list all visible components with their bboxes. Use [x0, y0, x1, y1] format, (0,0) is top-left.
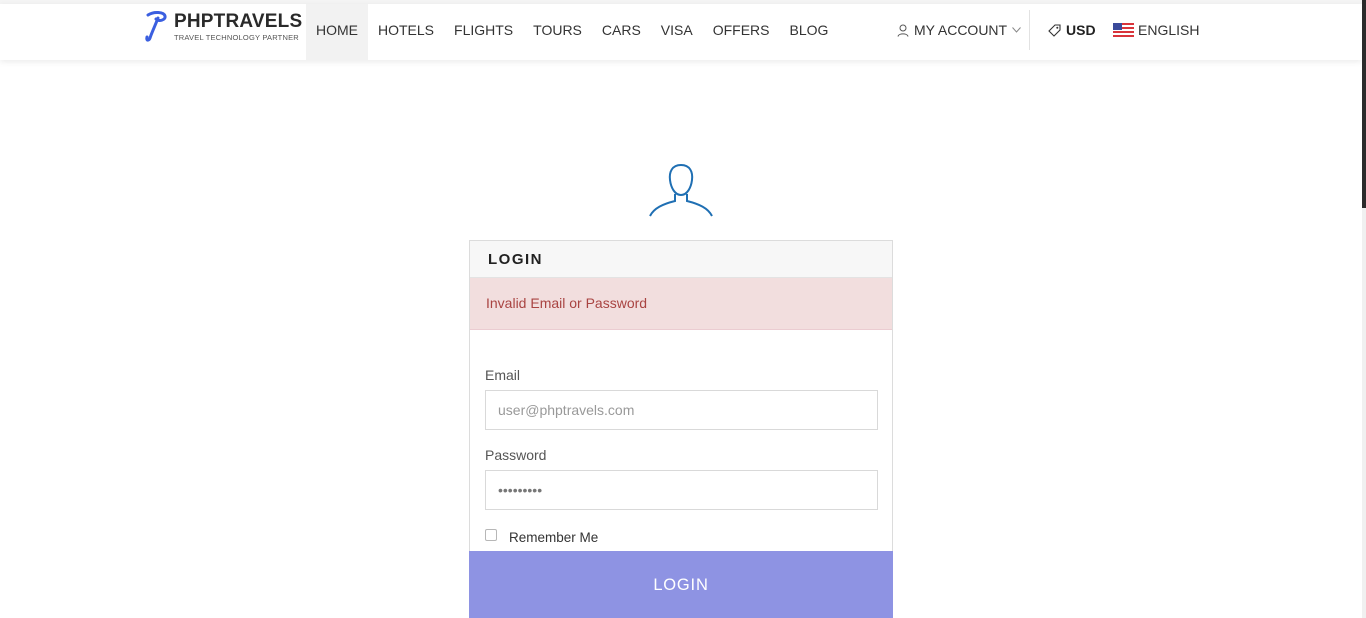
login-panel: LOGIN Invalid Email or Password Email Pa…	[469, 240, 893, 618]
login-panel-title: LOGIN	[470, 241, 892, 278]
user-icon	[897, 24, 909, 37]
language-label: ENGLISH	[1138, 22, 1200, 38]
nav-tours[interactable]: TOURS	[523, 4, 592, 60]
nav-cars[interactable]: CARS	[592, 4, 651, 60]
logo-brand: PHPTRAVELS	[174, 11, 303, 32]
language-selector[interactable]: ENGLISH	[1113, 4, 1199, 56]
scrollbar-thumb[interactable]	[1362, 0, 1366, 208]
remember-me-label: Remember Me	[509, 530, 599, 545]
tag-icon	[1048, 23, 1061, 37]
nav-hotels[interactable]: HOTELS	[368, 4, 444, 60]
phptravels-logo-icon	[145, 11, 167, 42]
nav-blog[interactable]: BLOG	[779, 4, 838, 60]
error-alert: Invalid Email or Password	[470, 278, 892, 330]
remember-me-checkbox[interactable]	[485, 529, 497, 541]
password-field[interactable]	[485, 470, 878, 510]
scrollbar[interactable]	[1362, 0, 1366, 618]
password-label: Password	[485, 447, 547, 463]
logo-link[interactable]: PHPTRAVELS TRAVEL TECHNOLOGY PARTNER	[144, 10, 304, 46]
currency-selector[interactable]: USD	[1048, 4, 1096, 56]
login-button[interactable]: LOGIN	[469, 551, 893, 618]
my-account-dropdown[interactable]: MY ACCOUNT	[897, 4, 1021, 56]
main-nav: HOME HOTELS FLIGHTS TOURS CARS VISA OFFE…	[306, 4, 838, 60]
user-avatar-icon	[649, 163, 713, 217]
nav-flights[interactable]: FLIGHTS	[444, 4, 523, 60]
currency-label: USD	[1066, 22, 1096, 38]
us-flag-icon	[1113, 23, 1134, 37]
email-label: Email	[485, 367, 521, 383]
header-divider	[1029, 10, 1030, 50]
chevron-down-icon	[1012, 27, 1021, 33]
nav-visa[interactable]: VISA	[651, 4, 703, 60]
nav-offers[interactable]: OFFERS	[703, 4, 780, 60]
my-account-label: MY ACCOUNT	[914, 22, 1008, 38]
nav-home[interactable]: HOME	[306, 4, 368, 60]
logo-tagline: TRAVEL TECHNOLOGY PARTNER	[174, 33, 299, 42]
email-field[interactable]	[485, 390, 878, 430]
